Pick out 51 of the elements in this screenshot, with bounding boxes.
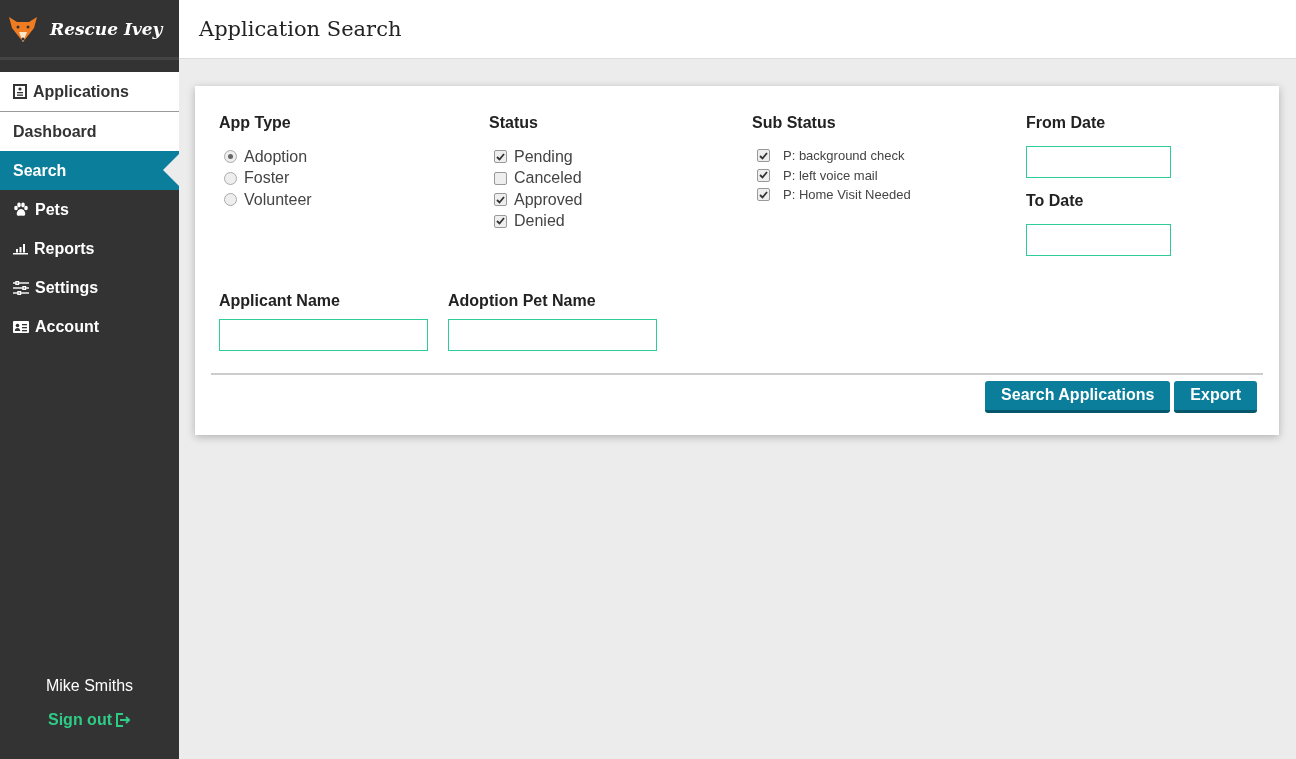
paw-icon — [13, 202, 29, 217]
field-label: To Date — [1026, 192, 1085, 210]
option-label: Denied — [514, 212, 565, 231]
sidebar-item[interactable]: Applications — [0, 72, 179, 112]
checkbox[interactable] — [757, 188, 770, 202]
sliders-icon — [13, 280, 29, 295]
field-label: Applicant Name — [219, 292, 341, 310]
sidebar-item[interactable]: Search — [0, 151, 179, 190]
text-input-field[interactable] — [448, 319, 657, 351]
radio-button[interactable] — [224, 150, 237, 164]
text-input-field[interactable] — [219, 319, 428, 351]
field-label: Status — [489, 114, 539, 132]
field-label: Sub Status — [752, 114, 837, 132]
option-label: P: background check — [783, 148, 905, 164]
option-label: P: Home Visit Needed — [783, 187, 911, 203]
radio-button[interactable] — [224, 193, 237, 207]
sidebar-item[interactable]: Reports — [0, 229, 179, 268]
field-label: App Type — [219, 114, 292, 132]
sidebar-item[interactable]: Pets — [0, 190, 179, 229]
bar-chart-icon — [13, 242, 28, 255]
option-label: Canceled — [514, 169, 582, 188]
checkbox[interactable] — [494, 171, 507, 185]
fox-logo-icon — [8, 14, 38, 43]
option-label: Volunteer — [244, 190, 312, 209]
brand-name: Rescue Ivey — [50, 18, 163, 39]
option-label: Pending — [514, 147, 573, 166]
id-card-icon — [13, 320, 29, 333]
checkbox[interactable] — [757, 168, 770, 182]
radio-button[interactable] — [224, 171, 237, 185]
field-label: Adoption Pet Name — [448, 292, 597, 310]
checkbox[interactable] — [494, 214, 507, 228]
sidebar-item[interactable]: Dashboard — [0, 112, 179, 151]
date-input-field[interactable] — [1026, 224, 1171, 256]
document-icon — [13, 84, 27, 99]
export-button[interactable]: Export — [1174, 381, 1257, 413]
option-label: Approved — [514, 190, 583, 209]
page-title: Application Search — [199, 17, 402, 41]
date-input-field[interactable] — [1026, 146, 1171, 178]
sign-out-icon — [116, 713, 131, 727]
option-label: Foster — [244, 169, 290, 188]
option-label: P: left voice mail — [783, 167, 878, 183]
checkbox[interactable] — [494, 150, 507, 164]
field-label: From Date — [1026, 114, 1107, 132]
checkbox[interactable] — [494, 193, 507, 207]
sidebar-item[interactable]: Settings — [0, 268, 179, 307]
option-label: Adoption — [244, 147, 308, 166]
user-name: Mike Smiths — [45, 677, 134, 695]
sidebar-item[interactable]: Account — [0, 307, 179, 346]
sign-out-link[interactable]: Sign out — [48, 711, 131, 729]
search-button[interactable]: Search Applications — [985, 381, 1171, 413]
checkbox[interactable] — [757, 149, 770, 163]
